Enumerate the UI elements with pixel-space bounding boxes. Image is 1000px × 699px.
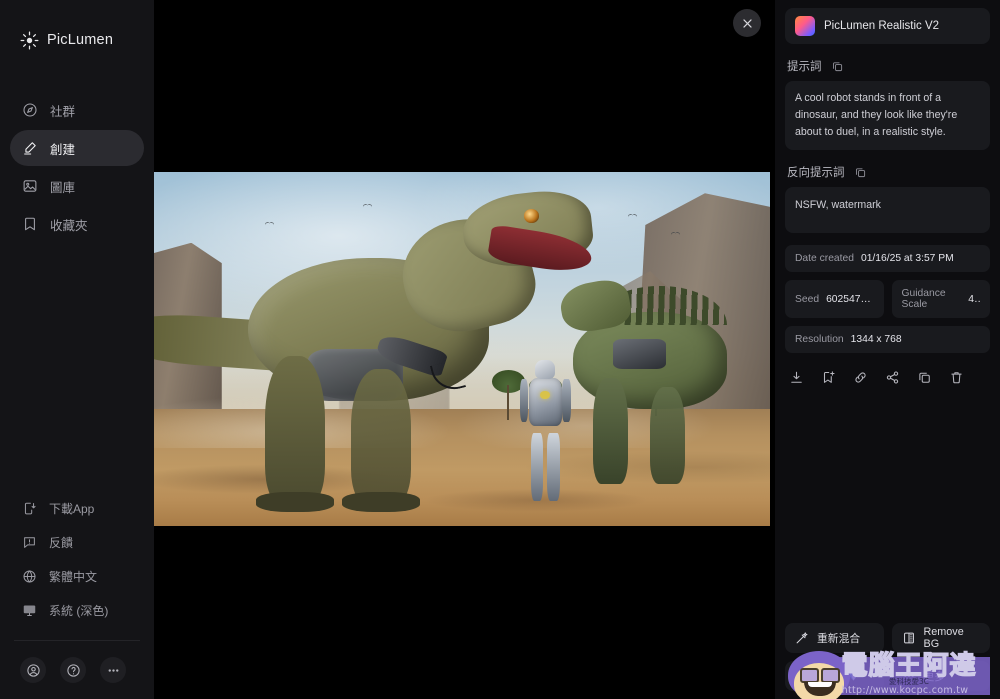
upscale-button[interactable]: 放大 💎: [785, 661, 884, 691]
sidebar-item-download-app[interactable]: 下載App: [10, 492, 144, 524]
bookmark-icon: [25, 217, 35, 231]
bird: [671, 232, 680, 236]
meta-value: 01/16/25 at 3:57 PM: [860, 253, 954, 265]
feedback-chat-icon: [24, 536, 35, 548]
meta-seed: Seed 60254798179: [785, 280, 884, 319]
bookmark-add-icon[interactable]: [821, 370, 836, 385]
image-viewer-stage: [154, 0, 775, 699]
meta-row-seed-guidance: Seed 60254798179 Guidance Scale 4.5: [785, 280, 990, 319]
image-gallery-icon: [23, 180, 37, 192]
sidebar-item-label: 下載App: [49, 501, 95, 516]
sidebar-item-label: 社群: [50, 104, 76, 119]
meta-value: 1344 x 768: [850, 334, 902, 346]
brand-logo[interactable]: PicLumen: [0, 0, 154, 60]
globe-icon: [23, 569, 36, 583]
main-nav: 社群 創建 圖庫 收藏夾: [0, 92, 154, 242]
ellipsis-icon: [903, 674, 914, 678]
meta-row-date: Date created 01/16/25 at 3:57 PM: [785, 245, 990, 273]
second-dinosaur: [556, 264, 764, 484]
remix-button[interactable]: 重新混合: [785, 623, 884, 653]
meta-date-created: Date created 01/16/25 at 3:57 PM: [785, 245, 990, 273]
sidebar-item-label: 繁體中文: [49, 569, 98, 584]
help-button[interactable]: [60, 657, 86, 683]
sidebar-item-favorites[interactable]: 收藏夾: [10, 206, 144, 242]
scene-artwork: [154, 172, 770, 526]
robot-figure: [517, 359, 572, 502]
sidebar-item-community[interactable]: 社群: [10, 92, 144, 128]
model-gradient-icon: [795, 16, 815, 36]
meta-value: 60254798179: [826, 293, 873, 305]
sidebar-footer: [0, 641, 154, 699]
share-icon[interactable]: [885, 370, 900, 385]
left-sidebar: PicLumen 社群 創建 圖庫 收藏夾 下載App 反饋 繁體中文 系統 (…: [0, 0, 154, 699]
negative-prompt-section-header: 反向提示詞: [787, 164, 990, 180]
copy-icon[interactable]: [854, 166, 867, 179]
download-icon[interactable]: [789, 370, 804, 385]
sidebar-item-label: 系統 (深色): [49, 603, 109, 618]
negative-prompt-label: 反向提示詞: [787, 167, 845, 180]
model-card[interactable]: PicLumen Realistic V2: [785, 8, 990, 44]
sidebar-item-label: 圖庫: [50, 180, 76, 195]
delete-icon[interactable]: [949, 370, 964, 385]
more-actions-button[interactable]: 更多: [891, 661, 990, 691]
details-panel: PicLumen Realistic V2 提示詞 A cool robot s…: [775, 0, 1000, 699]
remove-bg-button[interactable]: Remove BG: [891, 623, 990, 653]
link-icon[interactable]: [853, 370, 868, 385]
meta-label: Resolution: [795, 334, 844, 346]
close-icon: [742, 18, 752, 28]
phone-download-icon: [24, 502, 36, 514]
question-circle-icon: [66, 663, 80, 677]
sidebar-item-label: 收藏夾: [50, 218, 88, 233]
sidebar-utilities: 下載App 反饋 繁體中文 系統 (深色): [0, 492, 154, 636]
sun-burst-icon: [20, 31, 39, 49]
user-circle-icon: [26, 663, 40, 677]
meta-label: Guidance Scale: [901, 288, 946, 311]
upscale-expand-icon: [796, 671, 807, 681]
negative-prompt-text[interactable]: NSFW, watermark: [785, 187, 990, 234]
sidebar-item-label: 反饋: [49, 535, 74, 550]
sidebar-item-theme[interactable]: 系統 (深色): [10, 594, 144, 626]
close-viewer-button[interactable]: [733, 9, 761, 37]
more-button[interactable]: [100, 657, 126, 683]
meta-row-resolution: Resolution 1344 x 768: [785, 326, 990, 354]
upscale-label: 放大: [817, 671, 839, 683]
compass-icon: [23, 103, 37, 117]
image-tools-row: [785, 361, 990, 385]
meta-value: 4.5: [968, 293, 980, 305]
more-label: 更多: [923, 671, 946, 683]
remove-bg-label: Remove BG: [923, 626, 964, 650]
sidebar-item-language[interactable]: 繁體中文: [10, 560, 144, 592]
pen-create-icon: [24, 142, 36, 155]
sidebar-item-label: 創建: [50, 142, 76, 157]
account-button[interactable]: [20, 657, 46, 683]
meta-label: Date created: [795, 253, 854, 265]
premium-gem-icon: 💎: [846, 669, 861, 682]
remix-label: 重新混合: [817, 633, 861, 645]
meta-label: Seed: [795, 293, 820, 305]
prompt-label: 提示詞: [787, 61, 822, 73]
model-name: PicLumen Realistic V2: [824, 20, 940, 32]
bird: [628, 214, 637, 218]
ellipsis-icon: [108, 668, 118, 672]
panel-spacer: [785, 385, 990, 623]
remove-bg-icon: [903, 632, 914, 644]
copy-icon[interactable]: [917, 370, 932, 385]
app-root: PicLumen 社群 創建 圖庫 收藏夾 下載App 反饋 繁體中文 系統 (…: [0, 0, 1000, 699]
sidebar-item-feedback[interactable]: 反饋: [10, 526, 144, 558]
sidebar-item-create[interactable]: 創建: [10, 130, 144, 166]
monitor-icon: [23, 605, 36, 616]
copy-icon[interactable]: [831, 60, 844, 73]
sidebar-item-gallery[interactable]: 圖庫: [10, 168, 144, 204]
prompt-text[interactable]: A cool robot stands in front of a dinosa…: [785, 81, 990, 151]
meta-guidance-scale: Guidance Scale 4.5: [891, 280, 990, 319]
generated-image[interactable]: [154, 172, 770, 526]
prompt-section-header: 提示詞: [787, 58, 990, 74]
brand-name: PicLumen: [47, 32, 114, 48]
action-buttons-grid: 重新混合 Remove BG 放大 💎 更多: [785, 623, 990, 699]
remix-wand-icon: [796, 632, 808, 644]
meta-resolution: Resolution 1344 x 768: [785, 326, 990, 354]
